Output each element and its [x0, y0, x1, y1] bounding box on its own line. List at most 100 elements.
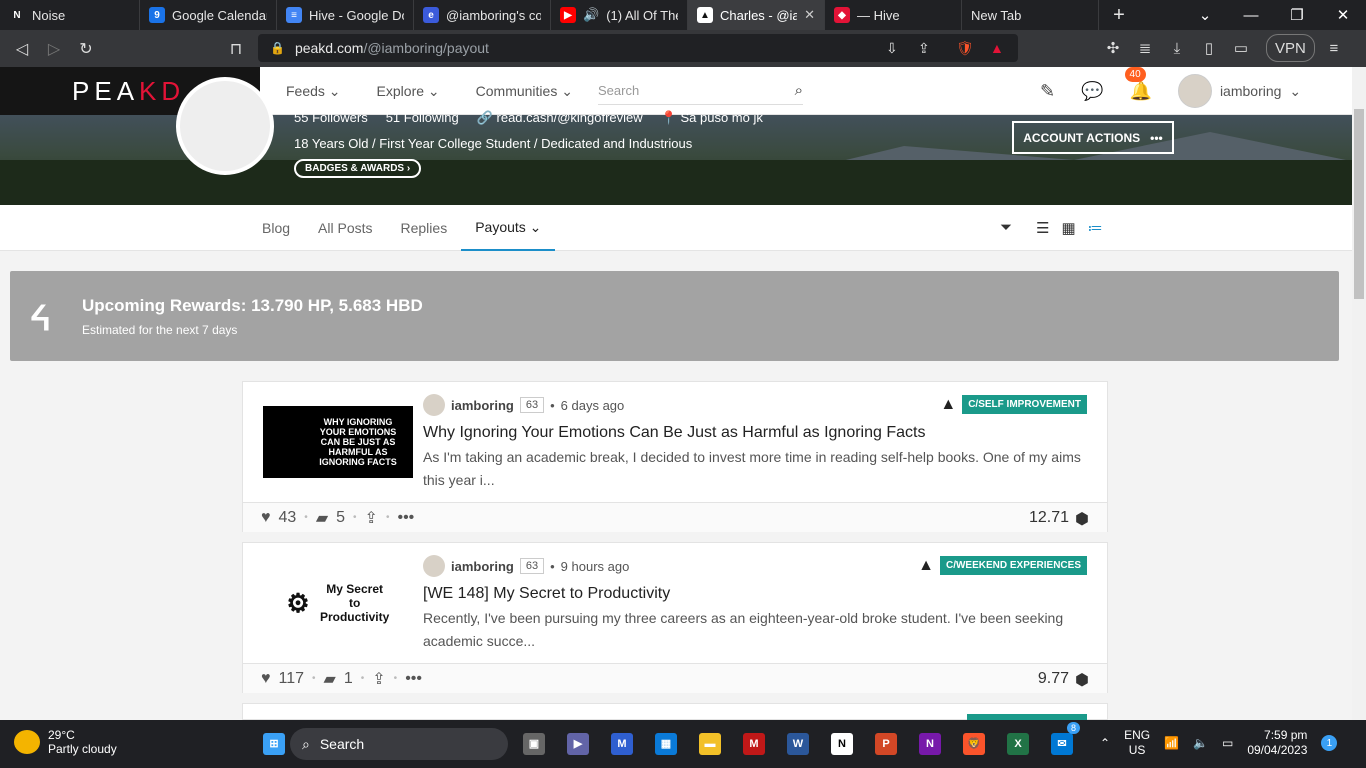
taskbar-search[interactable]: ⌕ Search — [290, 728, 508, 760]
reload-icon[interactable]: ↻ — [70, 34, 102, 64]
minimize-icon[interactable]: — — [1228, 0, 1274, 30]
url-field[interactable]: 🔒 peakd.com/@iamboring/payout ⇩ ⇪ 🛡 ▲ — [258, 34, 1018, 62]
author-avatar[interactable] — [423, 394, 445, 416]
brave-shield-icon[interactable]: 🛡 — [956, 40, 974, 57]
powerpoint-icon[interactable]: P — [864, 728, 908, 760]
payout-value[interactable]: 12.71 ⬢ — [1029, 509, 1089, 529]
tab-hive[interactable]: ◆ — Hive — [825, 0, 962, 30]
more-options-icon[interactable]: ••• — [397, 509, 414, 527]
maximize-icon[interactable]: ❐ — [1274, 0, 1320, 30]
community-tag[interactable]: C/SELF IMPROVEMENT — [962, 395, 1087, 414]
nav-explore[interactable]: Explore ⌄ — [377, 83, 440, 100]
forward-icon[interactable]: ▷ — [38, 34, 70, 64]
search-icon[interactable]: ⌕ — [795, 82, 803, 99]
tab-search-icon[interactable]: ⌄ — [1182, 0, 1228, 30]
store-icon[interactable]: ▦ — [644, 728, 688, 760]
clock[interactable]: 7:59 pm 09/04/2023 — [1247, 728, 1307, 758]
heart-icon[interactable]: ♥ — [261, 509, 271, 527]
badges-button[interactable]: BADGES & AWARDS › — [294, 159, 422, 178]
post-card[interactable]: ⚙ My Secret to Productivity iamboring 63 … — [242, 542, 1108, 693]
back-icon[interactable]: ◁ — [6, 34, 38, 64]
mcafee-icon[interactable]: M — [732, 728, 776, 760]
menu-icon[interactable]: ≡ — [1321, 34, 1347, 62]
speaker-icon[interactable]: 🔊 — [583, 7, 599, 23]
share-post-icon[interactable]: ⇪ — [372, 669, 385, 689]
payout-value[interactable]: 9.77 ⬢ — [1038, 670, 1089, 690]
task-view-icon[interactable]: ▣ — [512, 728, 556, 760]
user-menu[interactable]: iamboring ⌄ — [1177, 74, 1301, 108]
grid-view-icon[interactable]: ▦ — [1061, 219, 1075, 237]
sidebar-icon[interactable]: ▯ — [1196, 34, 1222, 62]
new-tab-icon[interactable]: + — [1099, 0, 1139, 30]
chevron-up-icon[interactable]: ⌃ — [1100, 736, 1110, 750]
file-explorer-icon[interactable]: ▬ — [688, 728, 732, 760]
tab-ecency[interactable]: e@iamboring's com — [414, 0, 551, 30]
battery-icon[interactable]: ▭ — [1222, 736, 1233, 750]
post-title[interactable]: Why Ignoring Your Emotions Can Be Just a… — [423, 424, 925, 442]
wallet-icon[interactable]: ▭ — [1228, 34, 1254, 62]
website-link[interactable]: 🔗 read.cash/@kingofreview — [477, 110, 643, 126]
post-title[interactable]: [WE 148] My Secret to Productivity — [423, 585, 670, 603]
tab-google-calendar[interactable]: 9Google Calendar - — [140, 0, 277, 30]
word-icon[interactable]: W — [776, 728, 820, 760]
author-avatar[interactable] — [423, 555, 445, 577]
bookmark-icon[interactable]: ⊓ — [220, 34, 252, 64]
pencil-icon[interactable]: ✎ — [1040, 81, 1055, 102]
tab-replies[interactable]: Replies — [401, 220, 448, 236]
app-icon[interactable]: M — [600, 728, 644, 760]
tab-peakd-active[interactable]: ▲Charles - @iam✕ — [688, 0, 825, 30]
tab-noise[interactable]: N Noise — [0, 0, 140, 30]
share-icon[interactable]: ⇪ — [918, 40, 930, 57]
excel-icon[interactable]: X — [996, 728, 1040, 760]
volume-icon[interactable]: 🔈 — [1193, 736, 1208, 750]
post-thumbnail[interactable]: ⚙ My Secret to Productivity — [263, 567, 413, 639]
outlook-icon[interactable]: ✉ 8 — [1040, 722, 1084, 760]
following-link[interactable]: 51 Following — [386, 110, 459, 126]
author-name[interactable]: iamboring — [451, 559, 514, 574]
weather-widget[interactable]: 29°C Partly cloudy — [14, 728, 117, 756]
language-indicator[interactable]: ENG US — [1124, 728, 1150, 758]
community-tag[interactable]: C/WEEKEND EXPERIENCES — [939, 556, 1087, 575]
comment-icon[interactable]: ▰ — [324, 669, 336, 689]
download-page-icon[interactable]: ⇩ — [886, 40, 898, 57]
tab-google-doc[interactable]: ≡Hive - Google Doc — [277, 0, 414, 30]
brave-icon[interactable]: 🦁 — [952, 728, 996, 760]
tab-youtube[interactable]: ▶🔊(1) All Of The G — [551, 0, 688, 30]
nav-feeds[interactable]: Feeds ⌄ — [286, 83, 341, 100]
extensions-icon[interactable]: ✣ — [1100, 34, 1126, 62]
onenote-icon[interactable]: N — [908, 728, 952, 760]
nav-communities[interactable]: Communities ⌄ — [476, 83, 573, 100]
filter-icon[interactable]: ⏷ — [1000, 219, 1012, 237]
compact-view-icon[interactable]: ≔ — [1088, 219, 1103, 237]
chat-icon[interactable]: 💬 — [1081, 81, 1103, 102]
share-post-icon[interactable]: ⇪ — [365, 508, 378, 528]
list-view-icon[interactable]: ☰ — [1036, 219, 1049, 237]
tab-blog[interactable]: Blog — [262, 220, 290, 236]
followers-link[interactable]: 55 Followers — [294, 110, 368, 126]
close-window-icon[interactable]: ✕ — [1320, 0, 1366, 30]
downloads-icon[interactable]: ⤓ — [1164, 34, 1190, 62]
wifi-icon[interactable]: 📶 — [1164, 736, 1179, 750]
page-scrollbar[interactable] — [1352, 67, 1366, 720]
close-tab-icon[interactable]: ✕ — [804, 7, 815, 23]
tab-payouts[interactable]: Payouts ⌄ — [461, 205, 556, 251]
post-card-partial[interactable] — [242, 703, 1108, 721]
playlist-icon[interactable]: ≣ — [1132, 34, 1158, 62]
notification-badge[interactable]: 1 — [1321, 735, 1338, 751]
brave-rewards-icon[interactable]: ▲ — [990, 40, 1004, 56]
post-card[interactable]: WHY IGNORING YOUR EMOTIONS CAN BE JUST A… — [242, 381, 1108, 532]
tab-all-posts[interactable]: All Posts — [318, 220, 372, 236]
teams-icon[interactable]: ▶ — [556, 728, 600, 760]
post-thumbnail[interactable]: WHY IGNORING YOUR EMOTIONS CAN BE JUST A… — [263, 406, 413, 478]
comment-icon[interactable]: ▰ — [316, 508, 328, 528]
author-name[interactable]: iamboring — [451, 398, 514, 413]
notion-icon[interactable]: N — [820, 728, 864, 760]
more-options-icon[interactable]: ••• — [405, 670, 422, 688]
tab-new-tab[interactable]: New Tab — [962, 0, 1099, 30]
lock-icon: 🔒 — [270, 41, 285, 55]
vpn-button[interactable]: VPN — [1266, 34, 1315, 62]
search-input[interactable]: Search ⌕ — [598, 77, 803, 105]
bell-icon[interactable]: 🔔 40 — [1124, 66, 1152, 102]
heart-icon[interactable]: ♥ — [261, 670, 271, 688]
account-actions-button[interactable]: ACCOUNT ACTIONS ••• — [1012, 121, 1174, 154]
